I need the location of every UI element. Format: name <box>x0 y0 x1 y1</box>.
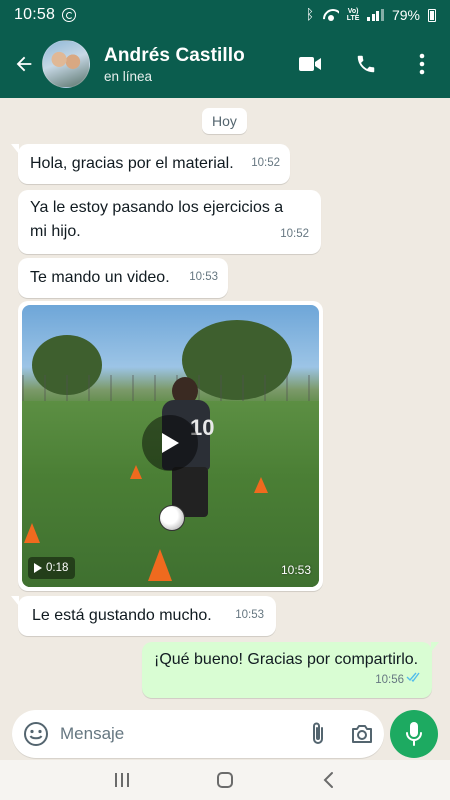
message-time: 10:53 <box>189 271 218 283</box>
video-thumbnail[interactable]: 10 0:18 10:53 <box>22 305 319 587</box>
contact-status: en línea <box>104 68 153 84</box>
message-text: Ya le estoy pasando los ejercicios a mi … <box>30 199 284 240</box>
video-message[interactable]: 10 0:18 10:53 <box>18 301 323 591</box>
message-input-container[interactable] <box>12 710 384 758</box>
recents-icon[interactable] <box>102 762 142 798</box>
message-bubble[interactable]: Ya le estoy pasando los ejercicios a mi … <box>18 190 321 254</box>
chat-header: Andrés Castillo en línea <box>0 30 450 98</box>
battery-icon <box>428 8 436 22</box>
read-receipt-icon <box>406 666 422 690</box>
message-bubble[interactable]: Te mando un video. 10:53 <box>18 258 228 298</box>
status-bar: 10:58 Vo)LTE 79% <box>0 0 450 30</box>
status-icons: Vo)LTE 79% <box>306 6 436 23</box>
message-time: 10:52 <box>251 157 280 169</box>
video-duration: 0:18 <box>28 557 76 579</box>
message-bubble-outgoing[interactable]: ¡Qué bueno! Gracias por compartirlo. 10:… <box>142 642 439 698</box>
lte-icon: Vo) LTE <box>346 8 360 22</box>
avatar[interactable] <box>42 40 90 88</box>
wifi-icon <box>323 9 339 21</box>
whatsapp-notification-icon <box>62 8 77 22</box>
composer <box>0 706 450 758</box>
video-scenery <box>254 477 268 493</box>
message-text: Le está gustando mucho. <box>32 607 212 624</box>
message-time: 10:53 <box>280 563 311 577</box>
contact-info[interactable]: Andrés Castillo en línea <box>104 45 245 84</box>
chat-area[interactable]: Hoy Hola, gracias por el material. 10:52… <box>0 98 450 710</box>
video-scenery <box>159 505 185 531</box>
emoji-icon[interactable] <box>12 710 60 758</box>
paperclip-icon[interactable] <box>296 710 340 758</box>
message-bubble[interactable]: Hola, gracias por el material. 10:52 <box>11 144 290 184</box>
system-nav-bar <box>0 760 450 800</box>
message-input[interactable] <box>60 714 296 754</box>
arrow-left-icon[interactable] <box>4 44 44 84</box>
lte-label: LTE <box>346 15 360 22</box>
message-time: 10:52 <box>280 228 309 240</box>
contact-name[interactable]: Andrés Castillo <box>104 45 245 67</box>
home-icon[interactable] <box>205 762 245 798</box>
battery-percent: 79% <box>391 7 420 23</box>
signal-icon <box>367 9 384 21</box>
play-icon[interactable] <box>142 415 198 471</box>
microphone-icon[interactable] <box>390 710 438 758</box>
phone-icon[interactable] <box>338 40 394 88</box>
video-scenery <box>24 523 40 543</box>
video-camera-icon[interactable] <box>282 40 338 88</box>
more-vertical-icon[interactable] <box>394 40 450 88</box>
nav-back-icon[interactable] <box>308 762 348 798</box>
video-duration-text: 0:18 <box>46 562 69 574</box>
message-text: Hola, gracias por el material. <box>30 155 234 172</box>
message-time: 10:53 <box>235 609 264 621</box>
date-chip: Hoy <box>202 108 247 134</box>
video-scenery <box>130 465 142 479</box>
bluetooth-icon <box>306 6 315 22</box>
message-bubble[interactable]: Le está gustando mucho. 10:53 <box>11 596 276 636</box>
camera-icon[interactable] <box>340 710 384 758</box>
message-text: ¡Qué bueno! Gracias por compartirlo. <box>154 651 419 668</box>
status-time: 10:58 <box>14 6 56 23</box>
message-time: 10:56 <box>375 674 404 686</box>
message-text: Te mando un video. <box>30 269 170 286</box>
video-scenery <box>148 549 172 581</box>
